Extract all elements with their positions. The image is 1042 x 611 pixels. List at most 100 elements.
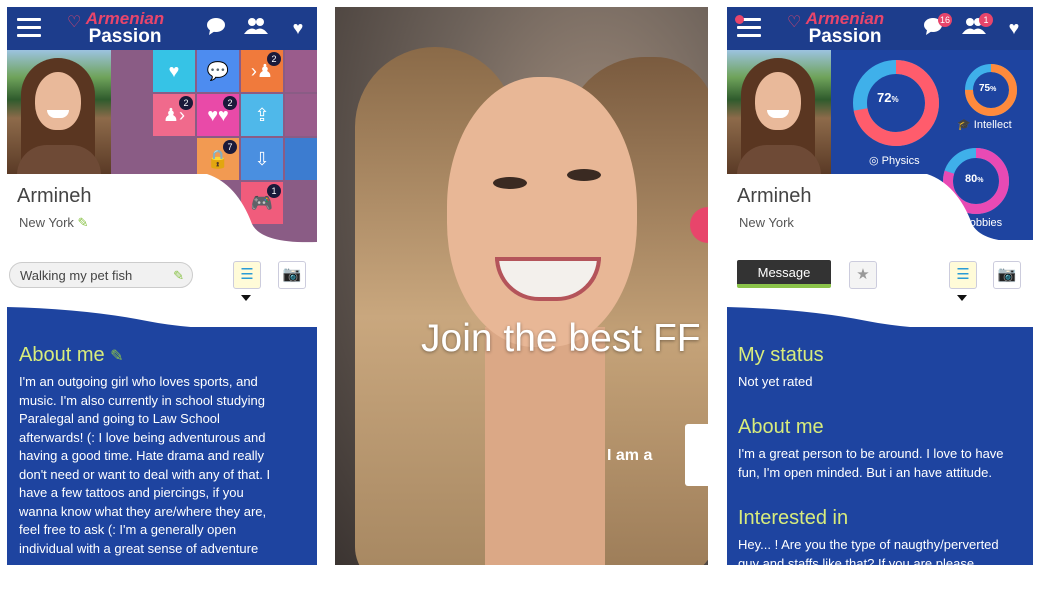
edit-pencil-icon[interactable]: ✎ (78, 215, 89, 230)
heart-icon: ♥ (168, 61, 180, 81)
profile-location: New York ✎ (19, 215, 88, 231)
friends-badge: 1 (979, 13, 993, 27)
chat-badge: 16 (938, 13, 952, 27)
about-title-text: About me (19, 344, 105, 366)
grid-tile (285, 50, 317, 92)
intellect-label: 🎓 Intellect (957, 118, 1012, 131)
stat-label: Intellect (973, 119, 1012, 131)
about-line: don't need or want to deal with any of t… (19, 466, 271, 482)
about-line: having a good time. Hate drama and reall… (19, 448, 264, 463)
gender-prompt: I am a (607, 447, 653, 464)
badge: 2 (179, 96, 193, 110)
graduation-cap-icon: 🎓 (957, 119, 971, 131)
app-logo: ♡ Armenian Passion (785, 10, 905, 48)
logo-text-top: Armenian (805, 9, 885, 28)
logo-text-bottom: Passion (88, 26, 162, 47)
favorites-heart-icon[interactable]: ♥ (285, 17, 311, 39)
about-line: have a few tattoos and piercings, if you (19, 485, 244, 500)
interested-title: Interested in (738, 507, 849, 529)
photo-neck (485, 327, 605, 565)
app-logo: ♡ Armenian Passion (65, 10, 185, 48)
profile-photo[interactable] (7, 50, 111, 174)
heart-logo-icon: ♡ (67, 14, 82, 31)
camera-button[interactable]: 📷 (993, 261, 1021, 289)
star-favorite-button[interactable]: ★ (849, 261, 877, 289)
about-text: I'm a great person to be around. I love … (738, 444, 1030, 482)
app-header: ♡ Armenian Passion 16 1 ♥ (727, 7, 1033, 50)
join-headline: Join the best FF (421, 317, 701, 360)
badge: 7 (223, 140, 237, 154)
profile-location: New York (739, 215, 794, 230)
chat-icon[interactable] (203, 17, 229, 39)
stat-label: Physics (881, 155, 920, 167)
intellect-value: 75% (979, 83, 996, 94)
chat-icon[interactable]: 16 (920, 13, 952, 39)
about-line: individual with a great sense of adventu… (19, 540, 259, 556)
globe-icon: ◎ (869, 155, 879, 167)
status-field[interactable]: Walking my pet fish ✎ (9, 262, 193, 288)
logo-text-top: Armenian (85, 9, 165, 28)
badge: 2 (267, 52, 281, 66)
grid-upload-button[interactable]: ⇪ (241, 94, 283, 136)
physics-value: 72% (877, 90, 899, 105)
favorites-heart-icon[interactable]: ♥ (1001, 17, 1027, 39)
about-title: About me (738, 416, 824, 438)
logo-text-bottom: Passion (808, 26, 882, 47)
grid-visitors-button[interactable]: ›♟ 2 (241, 50, 283, 92)
upload-icon: ⇪ (254, 105, 270, 125)
interested-line: Hey... ! Are you the type of naugthy/per… (738, 537, 999, 552)
location-text: New York (19, 215, 74, 230)
edit-pencil-icon[interactable]: ✎ (110, 348, 123, 365)
chat-bubble-icon: 💬 (206, 61, 230, 81)
notification-dot (735, 15, 744, 24)
physics-label: ◎ Physics (869, 154, 920, 167)
camera-button[interactable]: 📷 (278, 261, 306, 289)
app-header: ♡ Armenian Passion ♥ (7, 7, 317, 50)
grid-like-button[interactable]: ♥ (153, 50, 195, 92)
photo-eye (567, 169, 601, 181)
grid-tile (285, 94, 317, 136)
about-text: I'm an outgoing girl who loves sports, a… (19, 373, 314, 558)
grid-chat-button[interactable]: 💬 (197, 50, 239, 92)
friends-icon[interactable] (243, 17, 269, 39)
interested-line: guy and staffs like that? If you are ple… (738, 556, 975, 565)
status-text: Walking my pet fish (20, 268, 133, 283)
my-status-title: My status (738, 344, 824, 366)
photo-face (447, 77, 637, 347)
about-line: music. I'm also currently in school stud… (19, 392, 265, 408)
profile-screen-right: ♡ Armenian Passion 16 1 ♥ 72% ◎ Physics … (727, 7, 1033, 565)
grid-matches-button[interactable]: ♥♥ 2 (197, 94, 239, 136)
profile-screen-left: ♡ Armenian Passion ♥ ♥ 💬 ›♟ 2 ♟› 2 ♥♥ 2 ⇪ 🔒… (7, 7, 317, 565)
heart-logo-icon: ♡ (787, 14, 802, 31)
about-line: I'm an outgoing girl who loves sports, a… (19, 374, 258, 389)
dropdown-arrow-icon (957, 295, 967, 301)
my-status-text: Not yet rated (738, 374, 813, 389)
profile-name: Armineh (737, 185, 812, 207)
photo-eye (493, 177, 527, 189)
stat-value: 75 (979, 83, 991, 94)
interested-text: Hey... ! Are you the type of naugthy/per… (738, 535, 1030, 565)
menu-icon[interactable] (17, 18, 41, 38)
dropdown-arrow-icon (241, 295, 251, 301)
about-line: fun, I'm open minded. But i an have atti… (738, 465, 992, 480)
grid-sent-button[interactable]: ♟› 2 (153, 94, 195, 136)
profile-photo[interactable] (727, 50, 831, 174)
about-line: Paralegal and going to Law School (19, 411, 220, 426)
friends-icon[interactable]: 1 (961, 13, 993, 39)
badge: 2 (223, 96, 237, 110)
gender-select[interactable] (685, 424, 708, 486)
about-title: About me ✎ (19, 344, 124, 367)
message-button[interactable]: Message (737, 260, 831, 288)
list-menu-button[interactable]: ☰ (949, 261, 977, 289)
about-line: wanna know what they are/where they are, (19, 503, 267, 519)
stat-value: 72 (877, 90, 892, 105)
about-line: I'm a great person to be around. I love … (738, 446, 1004, 461)
about-line: feel free to ask (: I'm a generally open (19, 522, 237, 537)
welcome-screen: Join the best FF I am a (335, 7, 708, 565)
edit-pencil-icon[interactable]: ✎ (173, 263, 184, 289)
list-menu-button[interactable]: ☰ (233, 261, 261, 289)
about-line: afterwards! (: I love being adventurous … (19, 429, 266, 445)
stat-unit: % (891, 95, 899, 104)
profile-name: Armineh (17, 185, 92, 207)
stat-unit: % (990, 86, 997, 93)
